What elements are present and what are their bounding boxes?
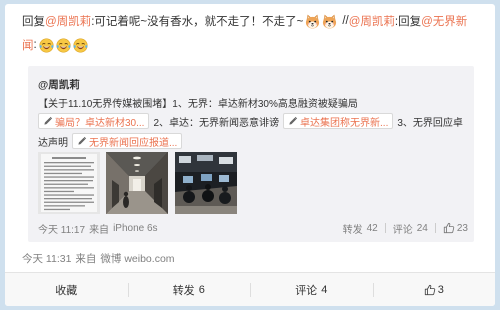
mention-zhoukaili[interactable]: @周凯莉 [45, 13, 91, 29]
retweet-source-prefix: 来自 [89, 224, 110, 236]
dog-emoji-group [304, 14, 338, 29]
like-button[interactable]: 3 [372, 273, 496, 306]
divider [384, 223, 386, 233]
weibo-post-card: 回复 @周凯莉 :可记着呢~没有香水，就不走了！不走了~ // @周凯莉 :回复… [5, 4, 495, 306]
link-card-2-label: 卓达集团称无界新... [300, 117, 389, 129]
post-source-prefix: 来自 [75, 252, 97, 265]
retweet-item-3-start: 3、无界回应卓 [397, 117, 463, 129]
action-bar: 收藏 转发 6 评论 4 3 [5, 272, 495, 306]
thumbnail-document[interactable] [38, 152, 100, 214]
dog-emoji [322, 14, 337, 29]
retweet-like-count: 23 [456, 222, 468, 234]
post-text-line-1: 回复 @周凯莉 :可记着呢~没有香水，就不走了！不走了~ // @周凯莉 :回复… [22, 10, 488, 32]
link-card-1-label: 骗局？卓达新材30... [55, 117, 145, 129]
mention-wujie-news-continued[interactable]: 闻 [22, 37, 34, 53]
thumb-up-icon [443, 222, 455, 234]
favorite-label: 收藏 [55, 284, 78, 297]
retweet-item-2: 2、卓达：无界新闻恶意诽谤 [153, 117, 280, 129]
retweet-text-line-1: 【关于11.10无界传媒被围堵】1、无界：卓达新材30%高息融资被疑骗局 [38, 93, 468, 111]
post-source[interactable]: 微博 weibo.com [100, 251, 174, 265]
retweet-source[interactable]: iPhone 6s [113, 223, 157, 234]
laugh-cry-emoji [56, 37, 71, 53]
retweet-repost-label: 转发 [342, 224, 363, 236]
retweet-box[interactable]: @周凯莉 【关于11.10无界传媒被围堵】1、无界：卓达新材30%高息融资被疑骗… [28, 66, 474, 242]
retweet-comment-count: 24 [416, 222, 428, 234]
retweet-repost-count: 42 [366, 222, 378, 234]
mention-zhoukaili-repost[interactable]: @周凯莉 [349, 13, 395, 29]
laugh-emoji-group [38, 37, 89, 53]
repost-reply-text: :回复 [394, 16, 422, 28]
divider [434, 223, 436, 233]
pen-icon [44, 116, 53, 125]
retweet-headline: 【关于11.10无界传媒被围堵】1、无界：卓达新材30%高息融资被疑骗局 [38, 98, 358, 110]
retweet-comment-link[interactable]: 评论 24 [393, 221, 428, 236]
like-count: 3 [437, 283, 444, 296]
retweet-author[interactable]: @周凯莉 [38, 77, 80, 92]
retweet-comment-label: 评论 [392, 224, 413, 236]
favorite-button[interactable]: 收藏 [5, 273, 128, 306]
pen-icon [289, 116, 298, 125]
pen-icon [78, 136, 87, 145]
link-card-3[interactable]: 无界新闻回应报道... [72, 133, 183, 149]
link-card-3-label: 无界新闻回应报道... [89, 137, 178, 149]
retweet-meta: 今天 11:17 来自 iPhone 6s [38, 220, 158, 236]
reply-text: :可记着呢~没有香水，就不走了！不走了~ [91, 16, 304, 28]
repost-label: 转发 [172, 284, 195, 297]
thumbnail-office[interactable] [175, 152, 237, 214]
retweet-stats: 转发 42 评论 24 23 [343, 220, 468, 236]
comment-label: 评论 [295, 284, 318, 297]
post-meta: 今天 11:31 来自 微博 weibo.com [22, 251, 175, 265]
comment-button[interactable]: 评论 4 [250, 273, 373, 306]
retweet-time[interactable]: 今天 11:17 [38, 221, 85, 236]
post-time[interactable]: 今天 11:31 [22, 251, 71, 265]
retweet-text-line-3: 达声明 无界新闻回应报道... [38, 132, 468, 150]
laugh-cry-emoji [39, 37, 54, 53]
thumbnail-corridor[interactable] [106, 152, 168, 214]
link-card-1[interactable]: 骗局？卓达新材30... [38, 113, 150, 129]
repost-button[interactable]: 转发 6 [127, 273, 251, 306]
link-card-2[interactable]: 卓达集团称无界新... [283, 113, 394, 129]
retweet-repost-link[interactable]: 转发 42 [343, 221, 378, 236]
thumb-up-icon [424, 284, 435, 295]
dog-emoji [305, 14, 320, 29]
retweet-text-line-2: 骗局？卓达新材30... 2、卓达：无界新闻恶意诽谤 卓达集团称无界新... 3… [38, 112, 468, 130]
comment-count: 4 [321, 283, 328, 296]
retweet-author-row: @周凯莉 [38, 75, 468, 93]
post-text-line-2: 闻 : [22, 34, 488, 56]
reply-prefix: 回复 [22, 16, 45, 28]
repost-count: 6 [198, 283, 205, 296]
retweet-like-button[interactable]: 23 [443, 222, 468, 234]
laugh-cry-emoji [73, 37, 88, 53]
mention-colon: : [33, 39, 37, 51]
mention-wujie-news[interactable]: @无界新 [421, 13, 467, 29]
retweet-item-3-end: 达声明 [38, 137, 68, 149]
